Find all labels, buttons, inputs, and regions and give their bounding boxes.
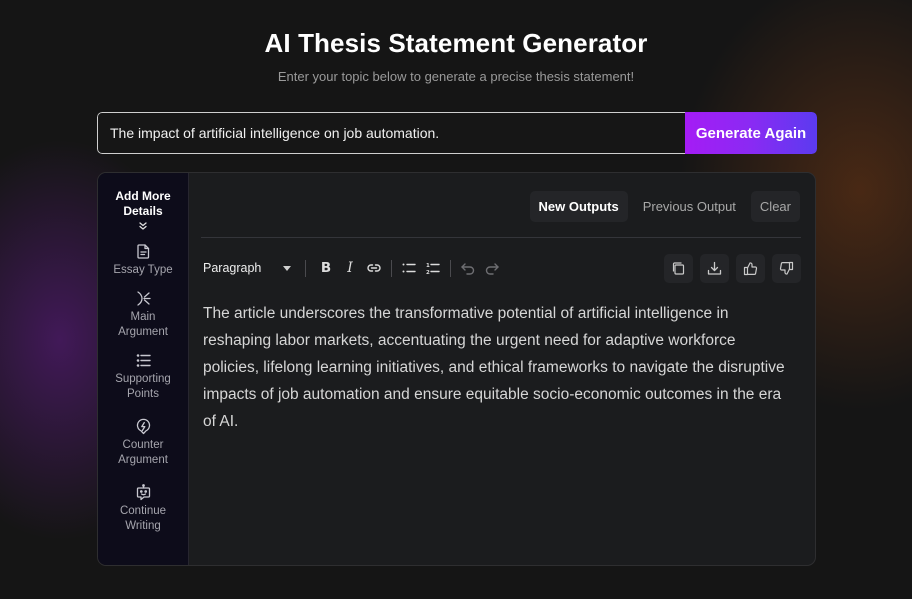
thumbs-down-button[interactable] bbox=[772, 253, 801, 283]
bullet-list-icon bbox=[402, 263, 416, 273]
lightning-bubble-icon bbox=[136, 418, 150, 435]
redo-icon bbox=[485, 263, 499, 275]
page-subtitle: Enter your topic below to generate a pre… bbox=[277, 69, 635, 84]
output-tabs: New Outputs Previous Output Clear bbox=[529, 191, 800, 222]
document-icon bbox=[136, 244, 149, 259]
topic-bar: Generate Again bbox=[97, 112, 817, 154]
italic-icon: I bbox=[347, 260, 353, 276]
clear-button[interactable]: Clear bbox=[750, 191, 800, 222]
list-icon bbox=[136, 354, 151, 367]
svg-text:2: 2 bbox=[426, 270, 430, 276]
header-divider bbox=[201, 237, 801, 238]
numbered-list-icon: 1 2 bbox=[426, 263, 440, 276]
sidebar-item-label-text: Counter Argument bbox=[118, 439, 168, 466]
sidebar-item-label-text: Main Argument bbox=[118, 311, 168, 338]
copy-button[interactable] bbox=[664, 253, 693, 283]
numbered-list-button[interactable]: 1 2 bbox=[421, 255, 445, 281]
sidebar-item-main-argument[interactable]: Main Argument bbox=[98, 290, 188, 340]
page-title: AI Thesis Statement Generator bbox=[264, 28, 648, 58]
download-button[interactable] bbox=[700, 253, 729, 283]
output-text[interactable]: The article underscores the transformati… bbox=[203, 300, 785, 435]
bullet-list-button[interactable] bbox=[397, 255, 421, 281]
argument-branch-icon bbox=[136, 291, 151, 306]
thumbs-down-icon bbox=[779, 261, 794, 275]
download-icon bbox=[707, 261, 722, 275]
editor-main: New Outputs Previous Output Clear Paragr… bbox=[189, 173, 815, 565]
robot-icon bbox=[136, 484, 150, 501]
tab-new-outputs[interactable]: New Outputs bbox=[529, 191, 628, 222]
sidebar-item-label-text: Continue Writing bbox=[119, 505, 167, 532]
toolbar-separator bbox=[450, 259, 451, 277]
sidebar-item-label: Essay Type bbox=[113, 264, 173, 276]
details-sidebar: Add More Details Essay Type Main Argumen… bbox=[98, 173, 189, 565]
thumbs-up-icon bbox=[743, 261, 758, 275]
sidebar-item-label: Supporting Points bbox=[111, 372, 175, 402]
sidebar-item-counter-argument[interactable]: Counter Argument bbox=[98, 418, 188, 468]
sidebar-item-label-text: Supporting Points bbox=[115, 373, 171, 400]
link-icon bbox=[367, 264, 381, 272]
chevrons-down-icon bbox=[139, 222, 147, 230]
redo-button[interactable] bbox=[480, 255, 504, 281]
topic-input[interactable] bbox=[97, 112, 685, 154]
bold-button[interactable]: B bbox=[314, 255, 338, 281]
sidebar-item-label: Continue Writing bbox=[111, 504, 175, 534]
block-format-value: Paragraph bbox=[203, 261, 262, 275]
sidebar-item-label: Counter Argument bbox=[111, 438, 175, 468]
tab-previous-output[interactable]: Previous Output bbox=[634, 191, 745, 222]
undo-icon bbox=[461, 263, 475, 275]
sidebar-item-essay-type[interactable]: Essay Type bbox=[98, 243, 188, 278]
undo-button[interactable] bbox=[456, 255, 480, 281]
add-more-details-toggle[interactable]: Add More Details bbox=[108, 189, 178, 231]
output-actions bbox=[664, 253, 801, 283]
caret-down-icon bbox=[283, 265, 291, 271]
generate-again-button[interactable]: Generate Again bbox=[685, 112, 817, 154]
editor-toolbar: Paragraph B I 1 2 bbox=[203, 253, 801, 283]
link-button[interactable] bbox=[362, 255, 386, 281]
editor-panel: Add More Details Essay Type Main Argumen… bbox=[97, 172, 816, 566]
sidebar-heading: Add More Details bbox=[115, 189, 171, 218]
sidebar-item-continue-writing[interactable]: Continue Writing bbox=[98, 484, 188, 534]
sidebar-item-label: Main Argument bbox=[113, 310, 173, 340]
block-format-select[interactable]: Paragraph bbox=[203, 254, 297, 282]
copy-icon bbox=[672, 261, 685, 275]
svg-text:1: 1 bbox=[426, 263, 430, 269]
toolbar-separator bbox=[391, 259, 392, 277]
italic-button[interactable]: I bbox=[338, 255, 362, 281]
bold-icon: B bbox=[320, 260, 332, 276]
sidebar-item-supporting-points[interactable]: Supporting Points bbox=[98, 352, 188, 402]
thumbs-up-button[interactable] bbox=[736, 253, 765, 283]
toolbar-separator bbox=[305, 259, 306, 277]
